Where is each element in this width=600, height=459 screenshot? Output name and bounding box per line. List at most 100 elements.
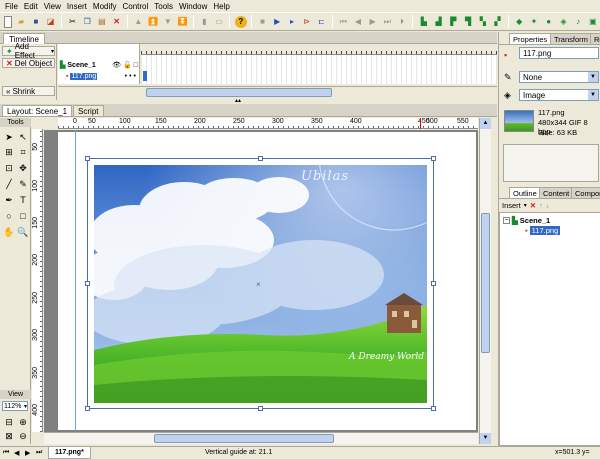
component-icon[interactable]: ◆ — [513, 16, 525, 28]
menu-window[interactable]: Window — [179, 2, 207, 11]
scroll-thumb[interactable] — [154, 434, 334, 443]
visibility-dot[interactable]: • — [125, 73, 127, 80]
tree-item-image[interactable]: ▪ 117.png — [525, 226, 561, 235]
fit-view-icon[interactable]: ⊟ — [3, 416, 15, 428]
subselect-icon[interactable]: ↖ — [17, 131, 29, 143]
horizontal-scrollbar[interactable] — [44, 432, 478, 444]
play-scene-icon[interactable]: ⊳ — [301, 16, 313, 28]
tab-transform[interactable]: Transform — [550, 33, 592, 44]
horizontal-ruler[interactable]: 0 50 100 150 200 250 300 350 400 450 500… — [58, 118, 478, 129]
tab-content[interactable]: Content — [539, 187, 574, 198]
scroll-up-arrow[interactable]: ▲ — [480, 118, 491, 129]
vertical-scrollbar[interactable]: ▲ ▼ — [479, 118, 491, 444]
first-tab-icon[interactable]: ⏮ — [3, 449, 9, 457]
tab-outline[interactable]: Outline — [509, 187, 541, 198]
blend-select[interactable]: None ▼ — [519, 71, 599, 83]
crop-icon[interactable]: ⌗ — [17, 146, 29, 158]
crosshair-icon[interactable]: ✥ — [17, 162, 29, 174]
menu-help[interactable]: Help — [213, 2, 229, 11]
step-icon[interactable]: ▸ — [286, 16, 298, 28]
resize-handle-s[interactable] — [258, 406, 263, 411]
file-tab[interactable]: 117.png* — [48, 447, 91, 459]
chevron-down-icon[interactable]: ▾ — [524, 202, 527, 209]
insert-button[interactable]: Insert — [502, 201, 521, 210]
shape-icon[interactable]: ● — [543, 16, 555, 28]
resize-handle-ne[interactable] — [431, 156, 436, 161]
scene-copy-icon[interactable]: ▛ — [447, 16, 459, 28]
next-tab-icon[interactable]: ▶ — [25, 449, 30, 457]
transform-icon[interactable]: ⊞ — [3, 146, 15, 158]
resize-handle-sw[interactable] — [85, 406, 90, 411]
preview-icon[interactable]: ⊏ — [316, 16, 328, 28]
sound-icon[interactable]: ♪ — [572, 16, 584, 28]
text-icon[interactable]: T — [17, 194, 29, 206]
layer-options-icon[interactable]: □ — [134, 62, 140, 69]
delete-icon[interactable]: ✕ — [111, 16, 123, 28]
copy-icon[interactable]: ❐ — [81, 16, 93, 28]
tab-components[interactable]: Compor — [571, 187, 600, 198]
scroll-down-arrow[interactable]: ▼ — [480, 433, 491, 444]
menu-edit[interactable]: Edit — [24, 2, 38, 11]
open-folder-icon[interactable]: ▰ — [15, 16, 27, 28]
delete-icon[interactable]: ✕ — [530, 201, 536, 210]
zoom-in-icon[interactable]: ⊕ — [17, 416, 29, 428]
new-icon[interactable] — [3, 15, 13, 28]
zoom-icon[interactable]: 🔍 — [17, 226, 29, 238]
loop-icon[interactable]: ⏵ — [396, 16, 408, 28]
shrink-button[interactable]: « Shrink — [2, 86, 55, 96]
next-frame-icon[interactable]: ▶ — [367, 16, 379, 28]
bring-forward-icon[interactable]: ▲ — [132, 16, 144, 28]
align-icon[interactable]: ▮ — [198, 16, 210, 28]
rectangle-icon[interactable]: □ — [17, 210, 29, 222]
play-icon[interactable]: ▶ — [271, 16, 283, 28]
lock-dot[interactable]: • — [129, 73, 131, 80]
zoom-select[interactable]: 112% ▾ — [2, 401, 28, 411]
scroll-thumb[interactable] — [146, 88, 332, 97]
vertical-ruler[interactable]: 50 100 150 200 250 300 350 400 — [32, 129, 43, 432]
tab-layout[interactable]: Layout: Scene_1 — [2, 105, 73, 116]
type-select[interactable]: Image ▼ — [519, 89, 599, 101]
collapse-icon[interactable]: − — [503, 217, 510, 224]
timeline-scrollbar[interactable] — [58, 86, 497, 98]
guide-line[interactable] — [75, 130, 76, 432]
effect-icon[interactable]: ✦ — [528, 16, 540, 28]
timeline-ruler[interactable] — [141, 44, 497, 55]
pen-icon[interactable]: ✒ — [3, 194, 15, 206]
menu-tools[interactable]: Tools — [154, 2, 173, 11]
lock-icon[interactable]: 🔓 — [123, 61, 132, 69]
menu-file[interactable]: File — [5, 2, 18, 11]
bring-front-icon[interactable]: ⏫ — [147, 16, 159, 28]
last-frame-icon[interactable]: ⏭ — [382, 16, 394, 28]
send-backward-icon[interactable]: ▼ — [162, 16, 174, 28]
keyframe[interactable] — [143, 71, 147, 81]
add-scene-icon[interactable]: ▟ — [433, 16, 445, 28]
tab-re[interactable]: Re — [590, 33, 600, 44]
cut-icon[interactable]: ✂ — [67, 16, 79, 28]
scene-prev-icon[interactable]: ▚ — [477, 16, 489, 28]
tab-script[interactable]: Script — [73, 105, 104, 116]
help-icon[interactable]: ? — [234, 15, 247, 28]
line-icon[interactable]: ╱ — [3, 178, 15, 190]
splitter-grip[interactable]: ▴▴ — [230, 98, 246, 104]
scene-next-icon[interactable]: ▞ — [492, 16, 504, 28]
group-icon[interactable]: ▭ — [213, 16, 225, 28]
scene-icon[interactable]: ▙ — [418, 16, 430, 28]
options-dot[interactable]: • — [134, 73, 140, 80]
move-down-icon[interactable]: ↓ — [546, 201, 550, 210]
pencil-icon[interactable]: ✎ — [17, 178, 29, 190]
add-effect-button[interactable]: ✦ Add Effect ▾ — [2, 42, 55, 60]
scene-delete-icon[interactable]: ▜ — [462, 16, 474, 28]
tree-item-scene[interactable]: − ▙ Scene_1 — [503, 216, 550, 225]
scroll-thumb[interactable] — [481, 213, 490, 353]
prev-frame-icon[interactable]: ◀ — [352, 16, 364, 28]
zoom-out-icon[interactable]: ⊖ — [17, 430, 29, 442]
hand-icon[interactable]: ✋ — [3, 226, 15, 238]
resize-handle-e[interactable] — [431, 281, 436, 286]
import-icon[interactable]: ◪ — [45, 16, 57, 28]
send-back-icon[interactable]: ⏬ — [177, 16, 189, 28]
move-up-icon[interactable]: ↑ — [539, 201, 543, 210]
last-tab-icon[interactable]: ⏭ — [36, 449, 42, 457]
del-object-button[interactable]: ✕ Del Object — [2, 58, 55, 68]
select-arrow-icon[interactable]: ➤ — [3, 131, 15, 143]
layer-row-scene[interactable]: ▙ Scene_1 👁 🔓 □ — [58, 60, 140, 70]
